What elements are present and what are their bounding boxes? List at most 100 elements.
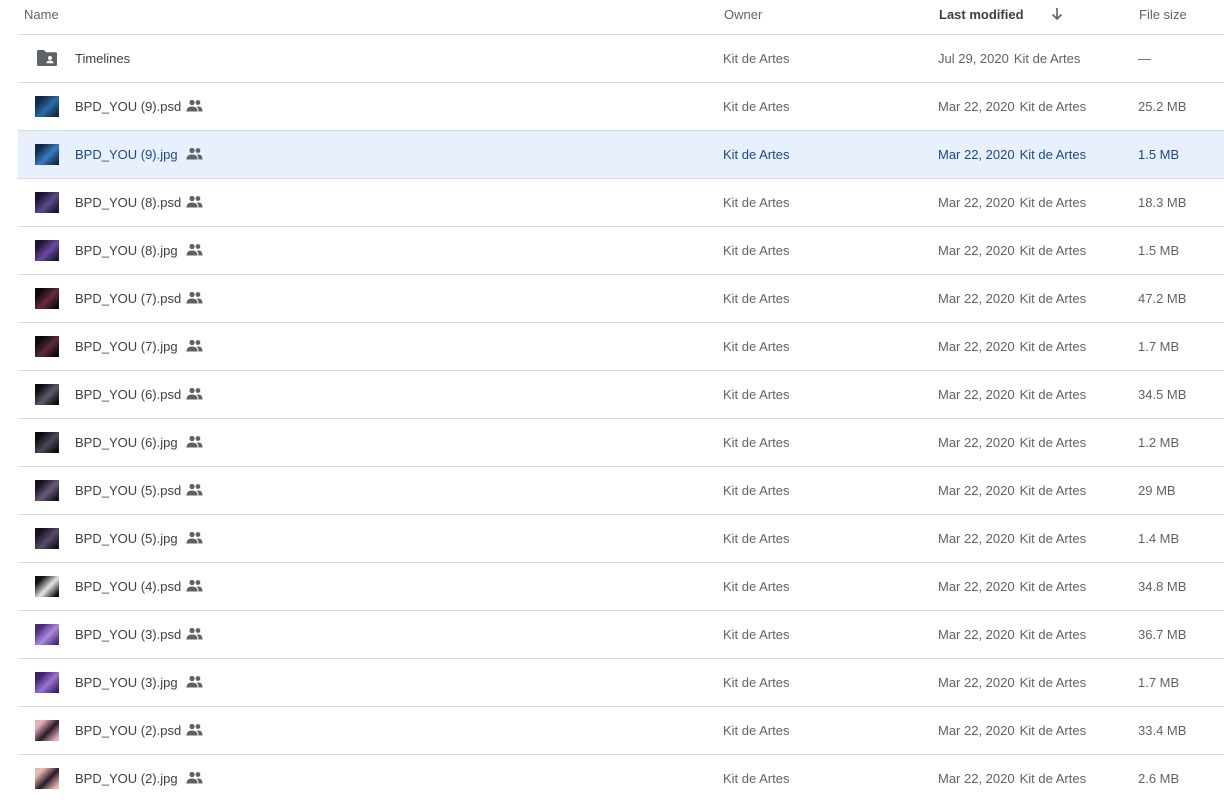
shared-people-icon [186, 291, 203, 304]
shared-people-icon [186, 435, 203, 448]
file-thumbnail [35, 192, 59, 213]
file-size: 2.6 MB [1138, 771, 1180, 786]
modified-by: Kit de Artes [1019, 243, 1087, 258]
file-size: 47.2 MB [1138, 291, 1187, 306]
shared-folder-icon [37, 50, 57, 66]
modified-date: Mar 22, 2020 Kit de Artes [938, 515, 1086, 562]
file-row[interactable]: BPD_YOU (7).psd Kit de Artes Mar 22, 2020 K… [18, 274, 1224, 322]
modified-by: Kit de Artes [1019, 627, 1087, 642]
modified-date: Mar 22, 2020 Kit de Artes [938, 275, 1086, 322]
file-row[interactable]: BPD_YOU (5).psd Kit de Artes Mar 22, 2020 K… [18, 466, 1224, 514]
file-thumbnail [35, 96, 59, 117]
shared-people-icon [186, 531, 203, 544]
file-thumbnail [35, 720, 59, 741]
modified-date-text: Mar 22, 2020 [938, 291, 1015, 306]
file-row[interactable]: BPD_YOU (8).psd Kit de Artes Mar 22, 2020 K… [18, 178, 1224, 226]
file-thumbnail [35, 432, 59, 453]
file-row[interactable]: BPD_YOU (4).psd Kit de Artes Mar 22, 2020 K… [18, 562, 1224, 610]
file-name[interactable]: BPD_YOU (6).jpg [75, 419, 178, 466]
file-size: — [1138, 51, 1151, 66]
shared-people-icon [186, 147, 203, 160]
file-row[interactable]: BPD_YOU (6).psd Kit de Artes Mar 22, 2020 K… [18, 370, 1224, 418]
modified-date: Mar 22, 2020 Kit de Artes [938, 323, 1086, 370]
file-name[interactable]: BPD_YOU (3).jpg [75, 659, 178, 706]
modified-by: Kit de Artes [1019, 531, 1087, 546]
file-name[interactable]: Timelines [75, 35, 130, 82]
modified-by: Kit de Artes [1019, 99, 1087, 114]
modified-date: Mar 22, 2020 Kit de Artes [938, 611, 1086, 658]
owner-cell: Kit de Artes [723, 51, 790, 66]
column-header-name[interactable]: Name [24, 7, 59, 22]
file-list: Timelines Kit de Artes Jul 29, 2020 Kit de … [18, 34, 1224, 802]
modified-by: Kit de Artes [1019, 579, 1087, 594]
file-name[interactable]: BPD_YOU (7).jpg [75, 323, 178, 370]
owner-cell: Kit de Artes [723, 723, 790, 738]
column-header-file-size[interactable]: File size [1139, 7, 1187, 22]
file-name[interactable]: BPD_YOU (8).psd [75, 179, 181, 226]
modified-date: Mar 22, 2020 Kit de Artes [938, 227, 1086, 274]
modified-date-text: Mar 22, 2020 [938, 483, 1015, 498]
owner-cell: Kit de Artes [723, 291, 790, 306]
modified-date-text: Mar 22, 2020 [938, 723, 1015, 738]
file-row[interactable]: BPD_YOU (5).jpg Kit de Artes Mar 22, 2020 K… [18, 514, 1224, 562]
modified-date-text: Mar 22, 2020 [938, 675, 1015, 690]
owner-cell: Kit de Artes [723, 195, 790, 210]
column-header-last-modified[interactable]: Last modified [939, 7, 1024, 22]
file-name[interactable]: BPD_YOU (9).jpg [75, 131, 178, 178]
modified-by: Kit de Artes [1019, 435, 1087, 450]
file-row[interactable]: BPD_YOU (3).jpg Kit de Artes Mar 22, 2020 K… [18, 658, 1224, 706]
shared-people-icon [186, 195, 203, 208]
file-row[interactable]: BPD_YOU (2).psd Kit de Artes Mar 22, 2020 K… [18, 706, 1224, 754]
file-row[interactable]: BPD_YOU (9).jpg Kit de Artes Mar 22, 2020 K… [18, 130, 1224, 178]
file-thumbnail [35, 480, 59, 501]
shared-people-icon [186, 627, 203, 640]
modified-date: Mar 22, 2020 Kit de Artes [938, 179, 1086, 226]
file-name[interactable]: BPD_YOU (5).jpg [75, 515, 178, 562]
modified-date: Mar 22, 2020 Kit de Artes [938, 83, 1086, 130]
modified-date: Mar 22, 2020 Kit de Artes [938, 659, 1086, 706]
modified-date-text: Mar 22, 2020 [938, 195, 1015, 210]
owner-cell: Kit de Artes [723, 243, 790, 258]
folder-row[interactable]: Timelines Kit de Artes Jul 29, 2020 Kit de … [18, 34, 1224, 82]
file-row[interactable]: BPD_YOU (7).jpg Kit de Artes Mar 22, 2020 K… [18, 322, 1224, 370]
modified-by: Kit de Artes [1019, 723, 1087, 738]
file-name[interactable]: BPD_YOU (9).psd [75, 83, 181, 130]
modified-by: Kit de Artes [1019, 387, 1087, 402]
file-name[interactable]: BPD_YOU (8).jpg [75, 227, 178, 274]
file-row[interactable]: BPD_YOU (3).psd Kit de Artes Mar 22, 2020 K… [18, 610, 1224, 658]
column-header-owner[interactable]: Owner [724, 7, 762, 22]
modified-date-text: Mar 22, 2020 [938, 579, 1015, 594]
modified-by: Kit de Artes [1019, 771, 1087, 786]
file-size: 34.5 MB [1138, 387, 1187, 402]
file-size: 18.3 MB [1138, 195, 1187, 210]
arrow-down-icon[interactable] [1049, 6, 1065, 22]
modified-date-text: Mar 22, 2020 [938, 387, 1015, 402]
file-name[interactable]: BPD_YOU (2).jpg [75, 755, 178, 802]
file-thumbnail [35, 384, 59, 405]
modified-date: Jul 29, 2020 Kit de Artes [938, 35, 1080, 82]
file-name[interactable]: BPD_YOU (3).psd [75, 611, 181, 658]
file-row[interactable]: BPD_YOU (8).jpg Kit de Artes Mar 22, 2020 K… [18, 226, 1224, 274]
file-size: 1.2 MB [1138, 435, 1180, 450]
file-size: 36.7 MB [1138, 627, 1187, 642]
modified-date-text: Mar 22, 2020 [938, 627, 1015, 642]
file-name[interactable]: BPD_YOU (2).psd [75, 707, 181, 754]
file-size: 33.4 MB [1138, 723, 1187, 738]
modified-by: Kit de Artes [1019, 483, 1087, 498]
file-size: 25.2 MB [1138, 99, 1187, 114]
file-name[interactable]: BPD_YOU (7).psd [75, 275, 181, 322]
owner-cell: Kit de Artes [723, 531, 790, 546]
owner-cell: Kit de Artes [723, 483, 790, 498]
file-size: 1.4 MB [1138, 531, 1180, 546]
file-name[interactable]: BPD_YOU (6).psd [75, 371, 181, 418]
file-name[interactable]: BPD_YOU (4).psd [75, 563, 181, 610]
file-row[interactable]: BPD_YOU (6).jpg Kit de Artes Mar 22, 2020 K… [18, 418, 1224, 466]
file-row[interactable]: BPD_YOU (2).jpg Kit de Artes Mar 22, 2020 K… [18, 754, 1224, 802]
owner-cell: Kit de Artes [723, 579, 790, 594]
file-size: 1.5 MB [1138, 147, 1180, 162]
file-name[interactable]: BPD_YOU (5).psd [75, 467, 181, 514]
modified-date-text: Jul 29, 2020 [938, 51, 1009, 66]
file-row[interactable]: BPD_YOU (9).psd Kit de Artes Mar 22, 2020 K… [18, 82, 1224, 130]
owner-cell: Kit de Artes [723, 627, 790, 642]
file-thumbnail [35, 624, 59, 645]
